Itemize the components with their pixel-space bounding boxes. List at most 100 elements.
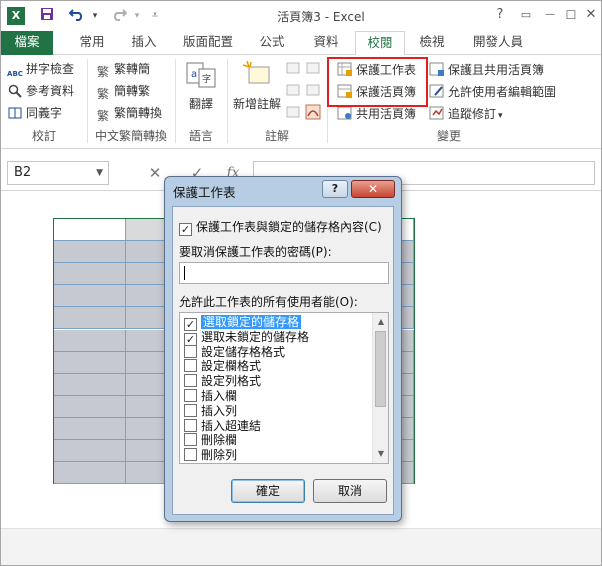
- permission-item[interactable]: 設定欄格式: [182, 359, 372, 374]
- tab-data[interactable]: 資料: [301, 31, 351, 55]
- svg-text:a: a: [191, 69, 197, 80]
- protect-share-label: 保護且共用活頁簿: [448, 63, 545, 77]
- delete-comment-button[interactable]: [285, 59, 304, 79]
- next-comment-button[interactable]: [305, 81, 324, 101]
- cancel-entry-icon[interactable]: ✕: [145, 163, 165, 183]
- scroll-up-icon[interactable]: ▲: [373, 315, 388, 329]
- cancel-button[interactable]: 取消: [313, 479, 387, 503]
- protect-share-icon: [429, 61, 445, 77]
- dialog-close-button[interactable]: ✕: [351, 180, 395, 198]
- group-separator: [227, 59, 228, 143]
- help-icon[interactable]: ?: [488, 5, 512, 25]
- show-ink-button[interactable]: [305, 103, 324, 123]
- redo-icon[interactable]: [109, 7, 129, 25]
- grid-cell[interactable]: [54, 395, 126, 418]
- permission-item[interactable]: 設定儲存格格式: [182, 344, 372, 360]
- permission-checkbox[interactable]: [184, 448, 197, 462]
- translate-button[interactable]: a字 翻譯: [181, 59, 221, 112]
- permission-label: 設定儲存格格式: [201, 344, 286, 359]
- chevron-down-icon[interactable]: ▼: [96, 162, 103, 184]
- password-input[interactable]: [179, 262, 389, 284]
- grid-cell[interactable]: [54, 219, 126, 242]
- tab-view[interactable]: 檢視: [407, 31, 457, 55]
- permission-checkbox[interactable]: [184, 359, 197, 373]
- chevron-down-icon: ▾: [498, 111, 503, 121]
- allow-edit-ranges-button[interactable]: 允許使用者編輯範圍: [429, 82, 556, 102]
- permission-checkbox[interactable]: [184, 389, 197, 402]
- tab-insert[interactable]: 插入: [119, 31, 169, 55]
- thesaurus-button[interactable]: 同義字: [7, 103, 62, 123]
- protect-contents-option[interactable]: ✓ 保護工作表與鎖定的儲存格內容(C): [179, 218, 382, 236]
- next-comment-icon: [305, 82, 321, 98]
- undo-dropdown-icon[interactable]: ▾: [85, 7, 105, 25]
- scroll-down-icon[interactable]: ▼: [373, 447, 388, 461]
- permission-item[interactable]: ✓ 選取鎖定的儲存格: [182, 315, 372, 331]
- grid-cell[interactable]: [54, 417, 126, 440]
- grid-cell[interactable]: [54, 263, 126, 286]
- customize-icon[interactable]: ⩡: [145, 7, 165, 25]
- ribbon-display-icon[interactable]: ▭: [514, 5, 538, 25]
- close-icon[interactable]: ✕: [579, 5, 601, 25]
- tab-review[interactable]: 校閱: [355, 31, 405, 56]
- grid-cell[interactable]: [54, 440, 126, 463]
- ribbon: ABC 拼字檢查 參考資料 同義字 校訂 繁繁轉簡 繁簡轉繁 繁繁簡轉換 中文繁簡…: [1, 55, 601, 149]
- research-button[interactable]: 參考資料: [7, 81, 74, 101]
- trad-to-simp-label: 繁轉簡: [114, 62, 151, 76]
- undo-icon[interactable]: [67, 7, 87, 25]
- grid-cell[interactable]: [54, 462, 126, 485]
- thesaurus-icon: [7, 106, 23, 122]
- permissions-list[interactable]: ✓ 選取鎖定的儲存格 ✓ 選取未鎖定的儲存格 設定儲存格格式 設定欄格式 設定列格式 插入欄插…: [179, 312, 389, 464]
- tab-file[interactable]: 檔案: [1, 31, 53, 55]
- trad-to-simp-icon: 繁: [96, 65, 109, 79]
- permission-item[interactable]: ✓ 選取未鎖定的儲存格: [182, 330, 372, 346]
- window-title: 活頁簿3 - Excel: [277, 10, 365, 24]
- title-bar: X ▾ ▾ ⩡ 活頁簿3 - Excel ? ▭ — ☐ ✕: [1, 1, 601, 31]
- grid-cell[interactable]: [54, 351, 126, 374]
- protect-share-button[interactable]: 保護且共用活頁簿: [429, 60, 544, 80]
- track-changes-button[interactable]: 追蹤修訂 ▾: [429, 104, 503, 124]
- permission-checkbox[interactable]: [184, 344, 197, 358]
- share-workbook-button[interactable]: 共用活頁簿: [337, 104, 416, 124]
- tab-formulas[interactable]: 公式: [247, 31, 297, 55]
- permission-checkbox[interactable]: [184, 418, 197, 432]
- grid-cell[interactable]: [54, 307, 126, 330]
- permission-checkbox[interactable]: [184, 374, 197, 388]
- trad-to-simp-button[interactable]: 繁繁轉簡: [95, 59, 150, 79]
- spelling-button[interactable]: ABC 拼字檢查: [7, 59, 74, 79]
- thesaurus-label: 同義字: [26, 106, 63, 120]
- new-comment-button[interactable]: 新增註解: [229, 59, 285, 112]
- edit-comment-button[interactable]: [305, 59, 324, 79]
- research-icon: [7, 84, 23, 100]
- dialog-help-button[interactable]: ?: [322, 180, 348, 198]
- tab-home[interactable]: 常用: [67, 31, 117, 55]
- permission-item[interactable]: 插入超連結: [182, 418, 372, 434]
- ok-button[interactable]: 確定: [231, 479, 305, 503]
- protect-contents-checkbox[interactable]: ✓: [179, 223, 192, 236]
- grid-cell[interactable]: [54, 241, 126, 264]
- simp-to-trad-button[interactable]: 繁簡轉繁: [95, 81, 150, 101]
- permission-item[interactable]: 設定列格式: [182, 374, 372, 389]
- show-comments-button[interactable]: [285, 103, 304, 123]
- grid-cell[interactable]: [54, 373, 126, 396]
- permission-item[interactable]: 刪除列: [182, 448, 372, 463]
- grid-cell[interactable]: [54, 285, 126, 308]
- tab-developer[interactable]: 開發人員: [463, 31, 533, 55]
- save-icon[interactable]: [37, 7, 57, 25]
- name-box[interactable]: B2 ▼: [7, 161, 109, 185]
- permission-checkbox[interactable]: [184, 403, 197, 417]
- permission-checkbox[interactable]: [184, 433, 197, 447]
- previous-comment-button[interactable]: [285, 81, 304, 101]
- permission-item[interactable]: 刪除欄: [182, 433, 372, 448]
- tab-page-layout[interactable]: 版面配置: [173, 31, 243, 55]
- chinese-convert-button[interactable]: 繁繁簡轉換: [95, 103, 162, 123]
- password-label: 要取消保護工作表的密碼(P):: [179, 245, 332, 259]
- scrollbar-thumb[interactable]: [375, 331, 386, 407]
- permission-item[interactable]: 插入列: [182, 403, 372, 419]
- permission-item[interactable]: 插入欄: [182, 389, 372, 404]
- grid-cell[interactable]: [54, 329, 126, 352]
- research-label: 參考資料: [26, 84, 75, 98]
- permissions-scrollbar[interactable]: ▲ ▼: [372, 313, 388, 463]
- group-separator: [175, 59, 176, 143]
- redo-dropdown-icon[interactable]: ▾: [127, 7, 147, 25]
- permission-label: 插入列: [201, 403, 238, 418]
